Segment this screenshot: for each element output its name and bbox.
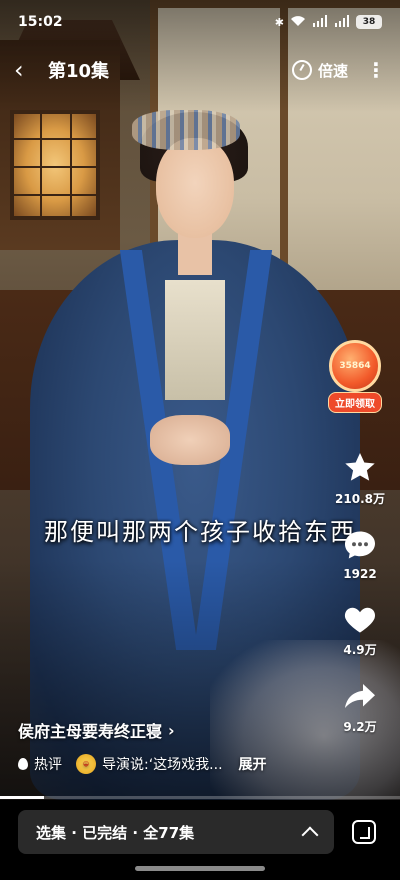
expand-button[interactable]: 展开 — [239, 754, 267, 774]
status-time: 15:02 — [18, 14, 63, 30]
signal-icon-2 — [334, 14, 350, 30]
flame-icon — [18, 758, 28, 770]
episode-selector-label: 选集 · 已完结 · 全77集 — [36, 823, 195, 842]
home-indicator — [135, 866, 265, 871]
share-button[interactable]: 9.2万 — [340, 676, 380, 735]
claim-button[interactable]: 立即领取 — [328, 392, 382, 413]
like-count: 4.9万 — [343, 643, 377, 657]
favorite-button[interactable]: 210.8万 — [335, 448, 385, 507]
episode-title: 第10集 — [48, 61, 110, 82]
video-progress-bar[interactable] — [0, 796, 400, 799]
coin-reward-widget[interactable]: 35864 立即领取 — [326, 340, 384, 413]
share-count: 9.2万 — [343, 720, 377, 734]
comment-button[interactable]: 1922 — [340, 525, 380, 581]
like-button[interactable]: 4.9万 — [340, 599, 380, 658]
top-nav: ‹ 第10集 倍速 ⋮ — [0, 52, 400, 88]
series-title: 侯府主母要寿终正寝 — [18, 722, 163, 741]
speed-icon — [291, 60, 312, 80]
favorite-count: 210.8万 — [335, 492, 385, 506]
hot-comment-text: 导演说:‘这场戏我... — [102, 757, 223, 773]
more-icon[interactable]: ⋮ — [366, 58, 386, 82]
coin-count: 35864 — [339, 361, 371, 371]
share-icon — [340, 676, 380, 716]
progress-fill — [0, 796, 44, 799]
battery-icon: 38 — [356, 15, 382, 29]
comment-count: 1922 — [343, 567, 377, 581]
coin-icon: 35864 — [329, 340, 381, 392]
back-icon[interactable]: ‹ — [14, 58, 42, 82]
heart-icon — [340, 599, 380, 639]
commenter-avatar: 😀 — [76, 754, 96, 774]
wifi-icon — [290, 15, 306, 30]
status-bar: 15:02 ✱ 38 — [0, 0, 400, 44]
bluetooth-icon: ✱ — [274, 15, 284, 29]
fullscreen-icon[interactable] — [352, 820, 376, 844]
hot-comment[interactable]: 热评 😀 导演说:‘这场戏我... 展开 — [18, 754, 267, 774]
action-rail: 210.8万 1922 4.9万 9.2万 — [330, 448, 390, 753]
hot-label: 热评 — [34, 757, 62, 773]
chevron-up-icon — [301, 826, 319, 844]
signal-icon — [312, 14, 328, 30]
episode-selector[interactable]: 选集 · 已完结 · 全77集 — [18, 810, 334, 854]
comment-icon — [340, 525, 380, 565]
chevron-right-icon: › — [168, 720, 175, 740]
speed-button[interactable]: 倍速 — [291, 60, 348, 81]
speed-label: 倍速 — [317, 61, 348, 80]
series-title-link[interactable]: 侯府主母要寿终正寝 › — [18, 718, 175, 742]
star-icon — [340, 448, 380, 488]
